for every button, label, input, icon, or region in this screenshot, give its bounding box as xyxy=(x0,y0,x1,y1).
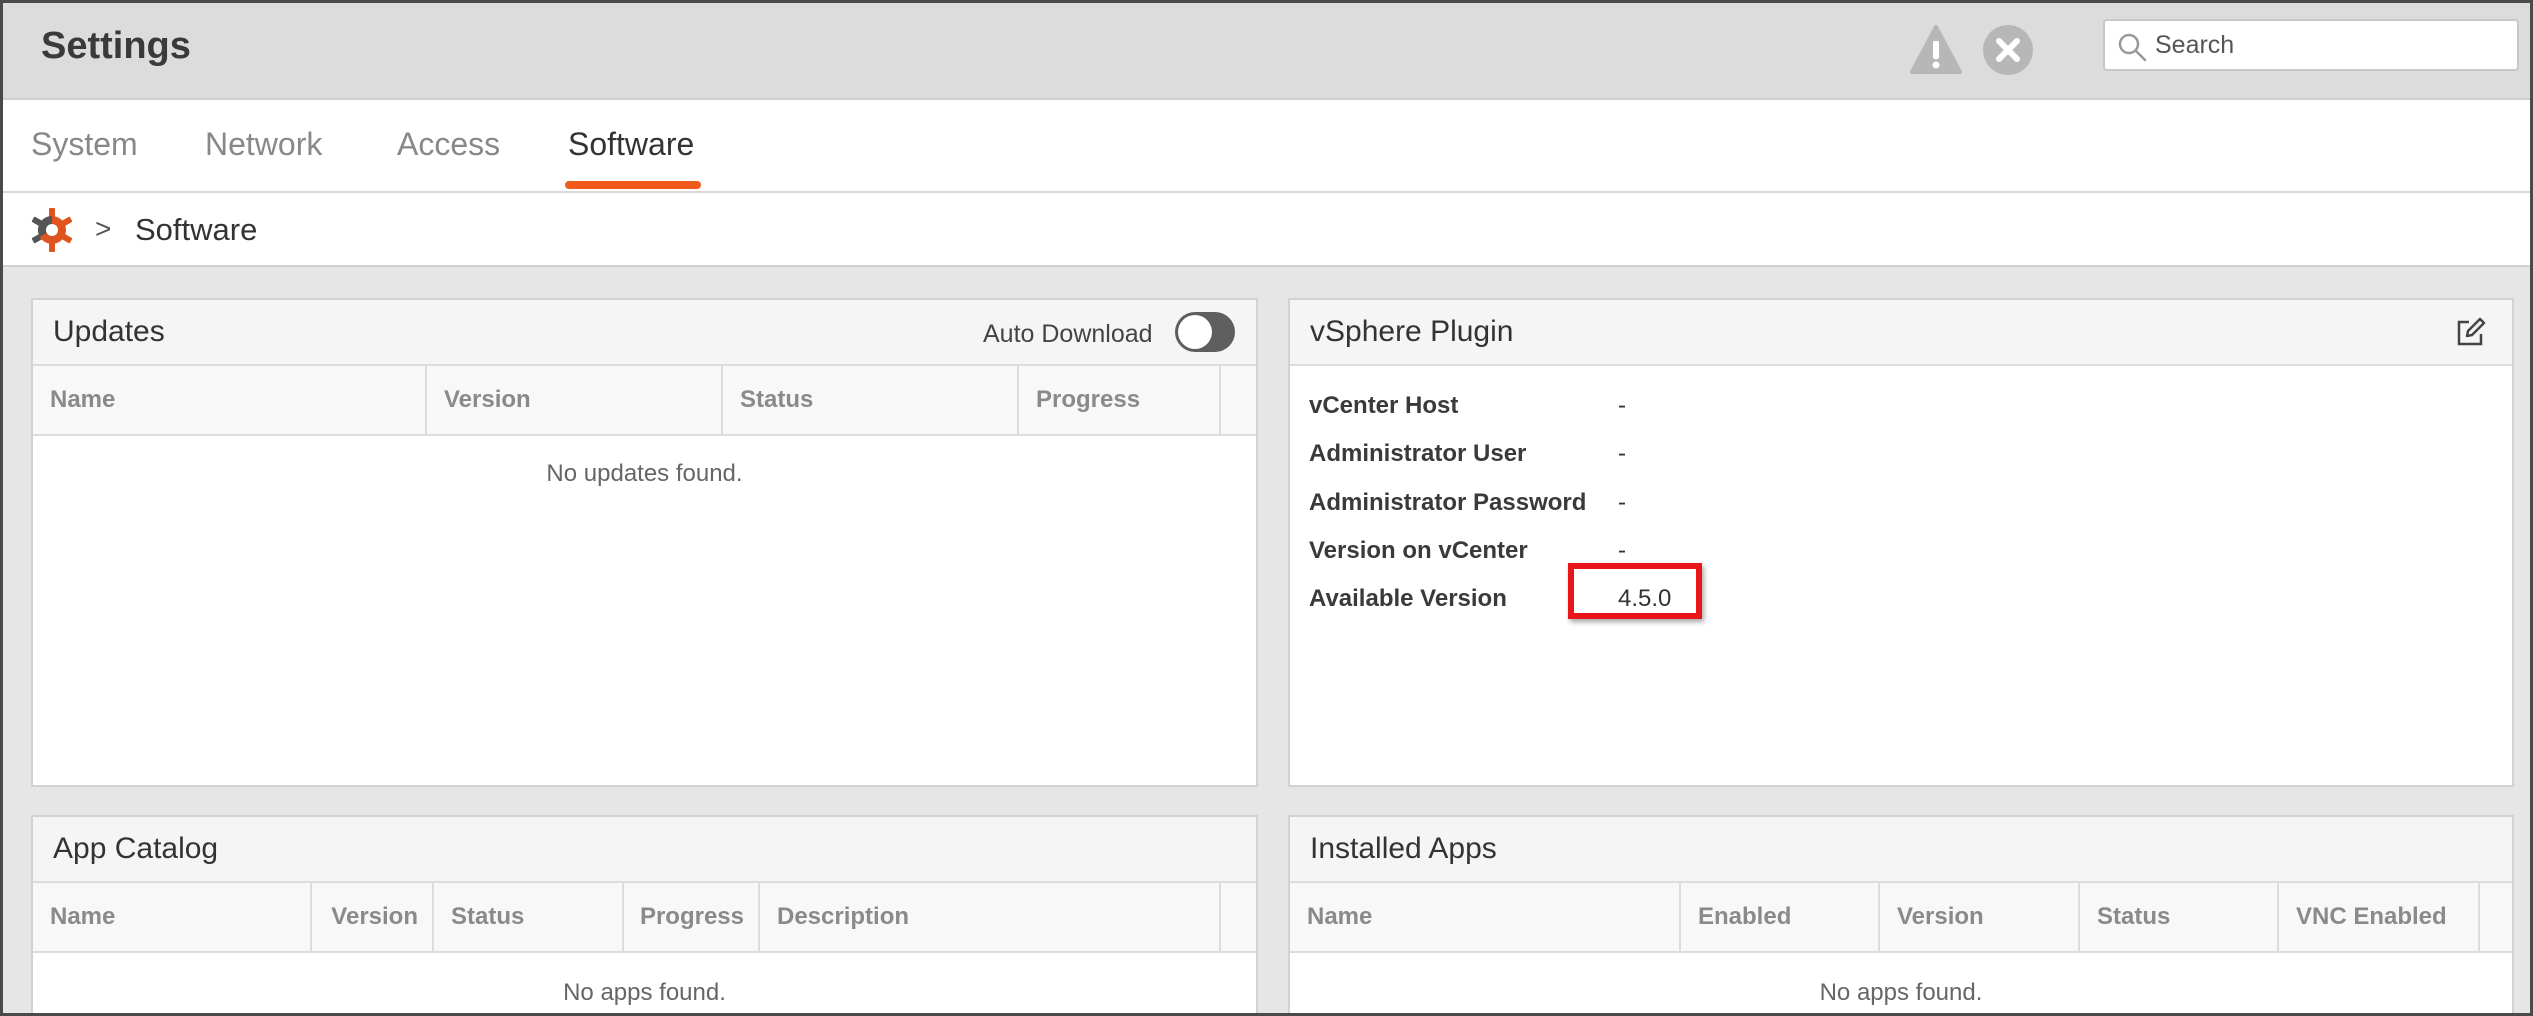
vsphere-plugin-panel: vSphere Plugin vCenter Host - Administra… xyxy=(1288,298,2514,787)
installed-apps-title: Installed Apps xyxy=(1310,832,1497,865)
column-name[interactable]: Name xyxy=(33,366,427,434)
toggle-knob xyxy=(1178,315,1212,349)
installed-apps-empty-message: No apps found. xyxy=(1819,979,1983,1006)
available-version-label: Available Version xyxy=(1309,585,1507,612)
vcenter-host-value: - xyxy=(1618,392,1626,419)
app-catalog-header: App Catalog xyxy=(33,817,1256,883)
column-status[interactable]: Status xyxy=(723,366,1019,434)
updates-empty-message: No updates found. xyxy=(546,460,743,487)
page-title: Settings xyxy=(41,25,191,67)
app-catalog-title: App Catalog xyxy=(53,832,219,865)
admin-password-label: Administrator Password xyxy=(1309,489,1587,516)
edit-icon[interactable] xyxy=(2453,316,2487,350)
vsphere-title: vSphere Plugin xyxy=(1310,315,1514,348)
installed-apps-panel: Installed Apps Name Enabled Version Stat… xyxy=(1288,815,2514,1013)
search-input[interactable] xyxy=(2155,27,2505,63)
app-catalog-empty-message: No apps found. xyxy=(563,979,726,1006)
updates-panel-header: Updates Auto Download xyxy=(33,300,1256,366)
tab-access[interactable]: Access xyxy=(397,126,500,163)
column-status[interactable]: Status xyxy=(434,883,624,951)
admin-user-label: Administrator User xyxy=(1309,440,1527,467)
version-on-vcenter-value: - xyxy=(1618,537,1626,564)
tab-software[interactable]: Software xyxy=(568,126,694,163)
search-icon xyxy=(2118,33,2147,62)
top-header: Settings xyxy=(3,3,2530,100)
tab-network[interactable]: Network xyxy=(205,126,322,163)
column-description[interactable]: Description xyxy=(760,883,1221,951)
column-version[interactable]: Version xyxy=(427,366,723,434)
column-enabled[interactable]: Enabled xyxy=(1681,883,1880,951)
updates-title: Updates xyxy=(53,315,165,348)
auto-download-label: Auto Download xyxy=(983,320,1153,348)
column-progress[interactable]: Progress xyxy=(624,883,760,951)
active-tab-indicator xyxy=(565,181,701,189)
column-version[interactable]: Version xyxy=(312,883,434,951)
column-vnc-enabled[interactable]: VNC Enabled xyxy=(2279,883,2480,951)
admin-user-value: - xyxy=(1618,440,1626,467)
column-status[interactable]: Status xyxy=(2080,883,2279,951)
installed-apps-table-header: Name Enabled Version Status VNC Enabled xyxy=(1290,883,2512,953)
column-name[interactable]: Name xyxy=(33,883,312,951)
app-catalog-table-header: Name Version Status Progress Description xyxy=(33,883,1256,953)
tab-bar: System Network Access Software xyxy=(3,100,2530,193)
updates-table-header: Name Version Status Progress xyxy=(33,366,1256,436)
close-icon[interactable] xyxy=(1981,23,2035,77)
tab-system[interactable]: System xyxy=(31,126,138,163)
auto-download-toggle[interactable] xyxy=(1175,312,1235,352)
settings-gear-icon[interactable] xyxy=(29,207,75,253)
app-catalog-panel: App Catalog Name Version Status Progress… xyxy=(31,815,1258,1013)
search-box[interactable] xyxy=(2103,19,2519,71)
column-version[interactable]: Version xyxy=(1880,883,2080,951)
breadcrumb: > Software xyxy=(3,193,2530,267)
updates-panel: Updates Auto Download Name Version Statu… xyxy=(31,298,1258,787)
breadcrumb-current: Software xyxy=(135,212,258,247)
installed-apps-header: Installed Apps xyxy=(1290,817,2512,883)
vcenter-host-label: vCenter Host xyxy=(1309,392,1459,419)
warning-icon[interactable] xyxy=(1909,23,1963,77)
admin-password-value: - xyxy=(1618,489,1626,516)
column-name[interactable]: Name xyxy=(1290,883,1681,951)
vsphere-panel-header: vSphere Plugin xyxy=(1290,300,2512,366)
column-progress[interactable]: Progress xyxy=(1019,366,1221,434)
version-on-vcenter-label: Version on vCenter xyxy=(1309,537,1528,564)
breadcrumb-separator: > xyxy=(95,213,112,244)
highlight-box xyxy=(1568,563,1702,619)
app-window: Settings System Network Access Software xyxy=(0,0,2533,1016)
